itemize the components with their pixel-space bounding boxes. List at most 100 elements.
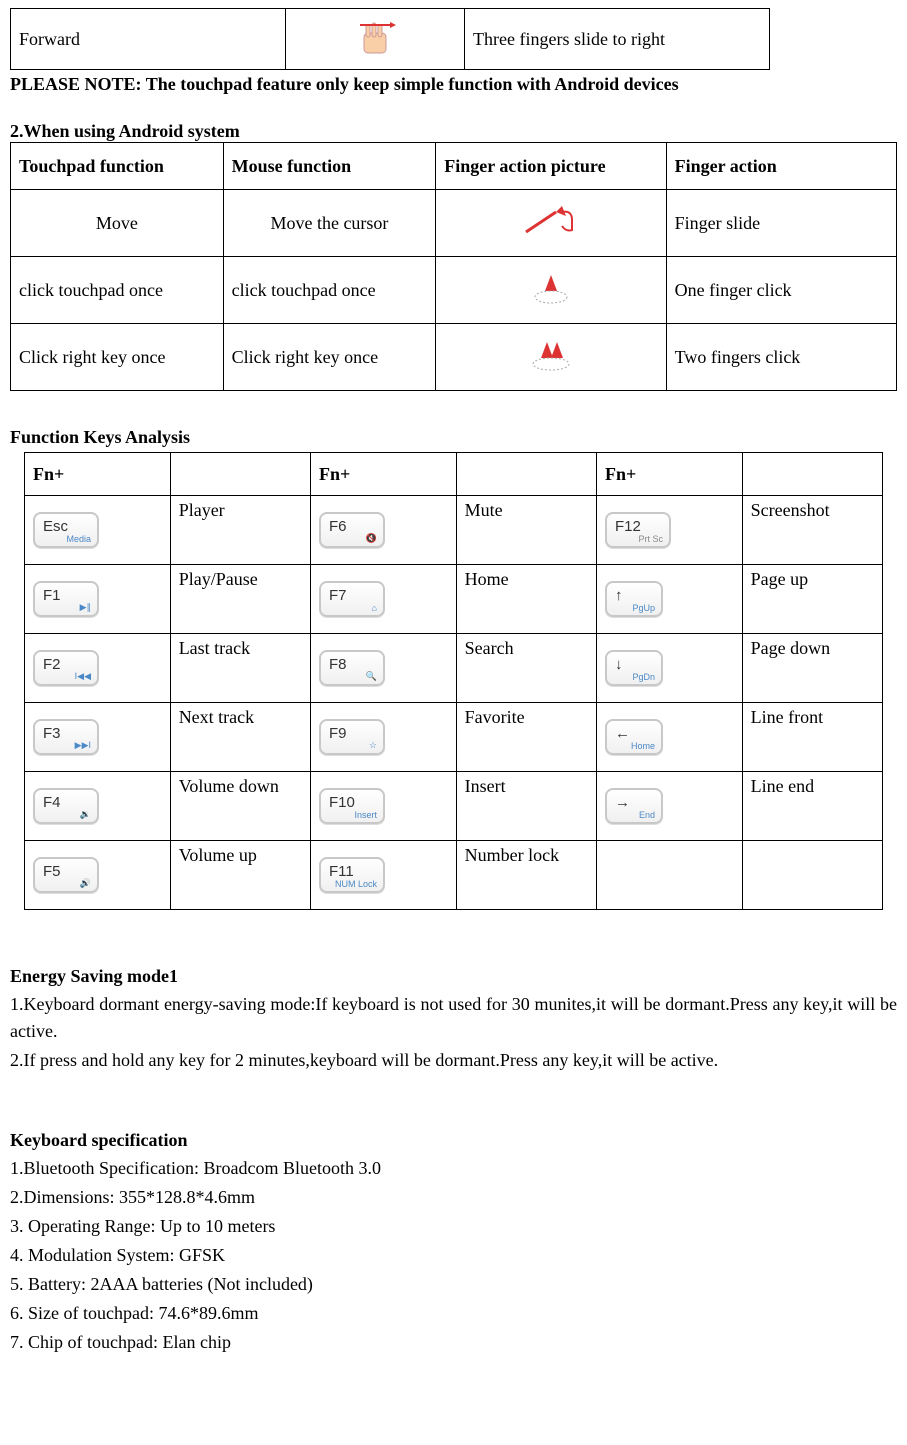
key-sub: End: [639, 810, 655, 820]
fn-key-pgdn: ↓ PgDn: [596, 634, 742, 703]
fn-key-f6: F6 🔇: [310, 496, 456, 565]
spec-list: 1.Bluetooth Specification: Broadcom Blue…: [10, 1155, 897, 1356]
key-label: F7: [329, 587, 347, 604]
top-gesture-table: Forward Three fingers slide to right: [10, 8, 770, 70]
fn-label-insert: Insert: [456, 772, 596, 841]
spec-item: 1.Bluetooth Specification: Broadcom Blue…: [10, 1155, 897, 1182]
energy-p2: 2.If press and hold any key for 2 minute…: [10, 1047, 897, 1074]
key-label: F11: [329, 863, 354, 880]
two-fingers-click-icon: [521, 340, 581, 374]
fn-title: Function Keys Analysis: [10, 427, 897, 448]
fn-label-empty: [742, 841, 882, 910]
fn-label-pageup: Page up: [742, 565, 882, 634]
fn-label-lineend: Line end: [742, 772, 882, 841]
key-sub: 🔇: [366, 533, 377, 544]
fn-header-2: Fn+: [310, 453, 456, 496]
fn-key-f1: F1 ▶∥: [25, 565, 171, 634]
fn-key-f4: F4 🔉: [25, 772, 171, 841]
key-sub: Insert: [354, 810, 377, 820]
fn-key-f10: F10Insert: [310, 772, 456, 841]
android-table: Touchpad function Mouse function Finger …: [10, 142, 897, 391]
android-r2-c1: click touchpad once: [11, 257, 224, 324]
fn-key-f5: F5 🔊: [25, 841, 171, 910]
android-r1-icon: [436, 190, 666, 257]
fn-row: F5🔊 Volume up F11NUM Lock Number lock: [25, 841, 883, 910]
key-sub: Prt Sc: [638, 534, 663, 544]
key-sub: ▶∥: [80, 602, 91, 613]
key-label: F8: [329, 656, 347, 673]
fn-label-numlock: Number lock: [456, 841, 596, 910]
fn-key-f7: F7⌂: [310, 565, 456, 634]
android-r1-c2: Move the cursor: [223, 190, 436, 257]
fn-key-end: → End: [596, 772, 742, 841]
fn-header-3b: [742, 453, 882, 496]
key-label: F4: [43, 794, 61, 811]
spec-item: 6. Size of touchpad: 74.6*89.6mm: [10, 1300, 897, 1327]
key-sub: PgDn: [632, 672, 655, 682]
android-r3-c4: Two fingers click: [666, 324, 896, 391]
key-label: F6: [329, 518, 347, 535]
key-label: F5: [43, 863, 61, 880]
fn-key-pgup: ↑ PgUp: [596, 565, 742, 634]
fn-key-f12: F12Prt Sc: [596, 496, 742, 565]
spec-item: 2.Dimensions: 355*128.8*4.6mm: [10, 1184, 897, 1211]
fn-label-player: Player: [170, 496, 310, 565]
fn-header-3: Fn+: [596, 453, 742, 496]
android-r3-icon: [436, 324, 666, 391]
key-sub: 🔍: [366, 671, 377, 682]
one-finger-click-icon: [521, 273, 581, 307]
key-label: ↓: [615, 656, 623, 673]
energy-p1: 1.Keyboard dormant energy-saving mode:If…: [10, 991, 897, 1045]
android-r3-c2: Click right key once: [223, 324, 436, 391]
finger-slide-icon: [516, 206, 586, 240]
fn-row: EscMedia Player F6 🔇 Mute F12Prt Sc Scree…: [25, 496, 883, 565]
android-r3-c1: Click right key once: [11, 324, 224, 391]
cell-action: Three fingers slide to right: [465, 9, 770, 70]
fn-key-esc: EscMedia: [25, 496, 171, 565]
fn-label-voldown: Volume down: [170, 772, 310, 841]
fn-label-volup: Volume up: [170, 841, 310, 910]
hand-swipe-right-icon: [350, 19, 400, 59]
fn-label-pagedown: Page down: [742, 634, 882, 703]
fn-label-mute: Mute: [456, 496, 596, 565]
spec-item: 7. Chip of touchpad: Elan chip: [10, 1329, 897, 1356]
fn-key-f9: F9 ☆: [310, 703, 456, 772]
fn-key-home: ←Home: [596, 703, 742, 772]
fn-label-home: Home: [456, 565, 596, 634]
key-sub: 🔊: [80, 878, 91, 889]
key-label: →: [615, 794, 630, 811]
android-r2-c4: One finger click: [666, 257, 896, 324]
key-sub: Media: [66, 534, 91, 544]
key-label: F1: [43, 587, 61, 604]
fn-label-nexttrack: Next track: [170, 703, 310, 772]
energy-title: Energy Saving mode1: [10, 966, 897, 987]
fn-label-linefront: Line front: [742, 703, 882, 772]
android-r2-c2: click touchpad once: [223, 257, 436, 324]
please-note: PLEASE NOTE: The touchpad feature only k…: [10, 74, 897, 95]
key-sub: PgUp: [632, 603, 655, 613]
android-header-1: Touchpad function: [11, 143, 224, 190]
fn-key-f8: F8 🔍: [310, 634, 456, 703]
android-header-4: Finger action: [666, 143, 896, 190]
key-sub: 🔉: [80, 809, 91, 820]
key-label: F10: [329, 794, 355, 811]
fn-label-screenshot: Screenshot: [742, 496, 882, 565]
android-r1-c4: Finger slide: [666, 190, 896, 257]
fn-key-f2: F2I◀◀: [25, 634, 171, 703]
fn-label-search: Search: [456, 634, 596, 703]
key-sub: ☆: [369, 740, 377, 751]
key-label: F3: [43, 725, 61, 742]
fn-row: F4🔉 Volume down F10Insert Insert →End Li…: [25, 772, 883, 841]
key-label: F2: [43, 656, 61, 673]
key-label: ↑: [615, 587, 623, 604]
spec-item: 5. Battery: 2AAA batteries (Not included…: [10, 1271, 897, 1298]
key-label: F12: [615, 518, 641, 535]
fn-header-1: Fn+: [25, 453, 171, 496]
fn-label-lasttrack: Last track: [170, 634, 310, 703]
fn-label-playpause: Play/Pause: [170, 565, 310, 634]
key-label: F9: [329, 725, 347, 742]
android-r1-c1: Move: [11, 190, 224, 257]
android-title: 2.When using Android system: [10, 121, 897, 142]
android-header-3: Finger action picture: [436, 143, 666, 190]
key-label: ←: [615, 725, 630, 742]
